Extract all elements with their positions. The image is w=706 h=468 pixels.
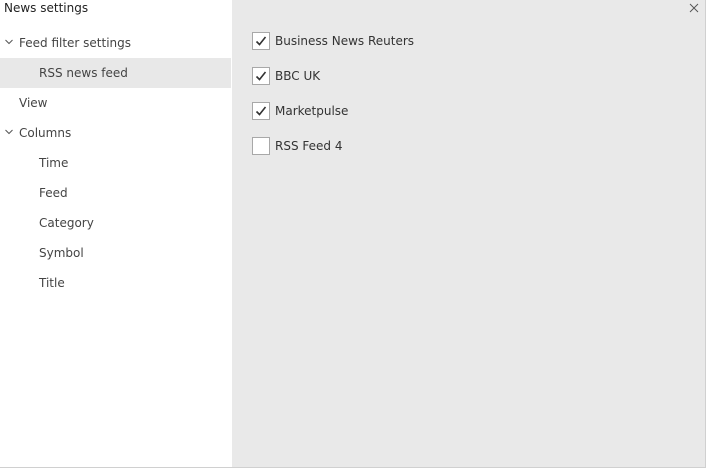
feed-label[interactable]: BBC UK <box>275 66 320 86</box>
settings-content-panel: Business News Reuters BBC UK Marketpulse <box>232 0 705 467</box>
feed-option-rss-feed-4[interactable]: RSS Feed 4 <box>252 136 414 156</box>
feed-option-bbc-uk[interactable]: BBC UK <box>252 66 414 86</box>
tree-item-category[interactable]: Category <box>0 208 231 238</box>
tree-item-time[interactable]: Time <box>0 148 231 178</box>
tree-item-label: RSS news feed <box>39 66 128 80</box>
feed-checkbox[interactable] <box>252 137 270 155</box>
tree-item-view[interactable]: View <box>0 88 231 118</box>
tree-item-symbol[interactable]: Symbol <box>0 238 231 268</box>
tree-item-label: Time <box>39 156 69 170</box>
tree-item-label: Columns <box>19 126 72 140</box>
checkmark-icon <box>255 36 267 46</box>
chevron-down-icon[interactable] <box>5 39 13 45</box>
feed-checkbox[interactable] <box>252 102 270 120</box>
feed-label[interactable]: RSS Feed 4 <box>275 136 342 156</box>
feed-option-business-news-reuters[interactable]: Business News Reuters <box>252 31 414 51</box>
close-button[interactable] <box>687 1 701 15</box>
feed-checkbox[interactable] <box>252 32 270 50</box>
tree-item-label: Feed filter settings <box>19 36 132 50</box>
settings-sidebar: News settings Feed filter settings RSS n… <box>0 0 232 467</box>
dialog-title: News settings <box>4 1 89 15</box>
feed-checkbox[interactable] <box>252 67 270 85</box>
tree-item-columns[interactable]: Columns <box>0 118 231 148</box>
rss-feed-checklist: Business News Reuters BBC UK Marketpulse <box>252 31 414 171</box>
feed-option-marketpulse[interactable]: Marketpulse <box>252 101 414 121</box>
tree-item-label: View <box>19 96 48 110</box>
checkmark-icon <box>255 106 267 116</box>
tree-item-label: Feed <box>39 186 68 200</box>
feed-label[interactable]: Business News Reuters <box>275 31 414 51</box>
tree-item-label: Title <box>39 276 65 290</box>
news-settings-dialog: News settings Feed filter settings RSS n… <box>0 0 706 468</box>
tree-item-title[interactable]: Title <box>0 268 231 298</box>
chevron-down-icon[interactable] <box>5 129 13 135</box>
checkmark-icon <box>255 71 267 81</box>
tree-item-rss-news-feed[interactable]: RSS news feed <box>0 58 231 88</box>
close-icon[interactable] <box>687 1 701 15</box>
tree-item-feed[interactable]: Feed <box>0 178 231 208</box>
tree-item-label: Category <box>39 216 94 230</box>
tree-item-feed-filter-settings[interactable]: Feed filter settings <box>0 28 231 58</box>
feed-label[interactable]: Marketpulse <box>275 101 348 121</box>
tree-item-label: Symbol <box>39 246 84 260</box>
settings-tree: Feed filter settings RSS news feed View … <box>0 28 231 298</box>
